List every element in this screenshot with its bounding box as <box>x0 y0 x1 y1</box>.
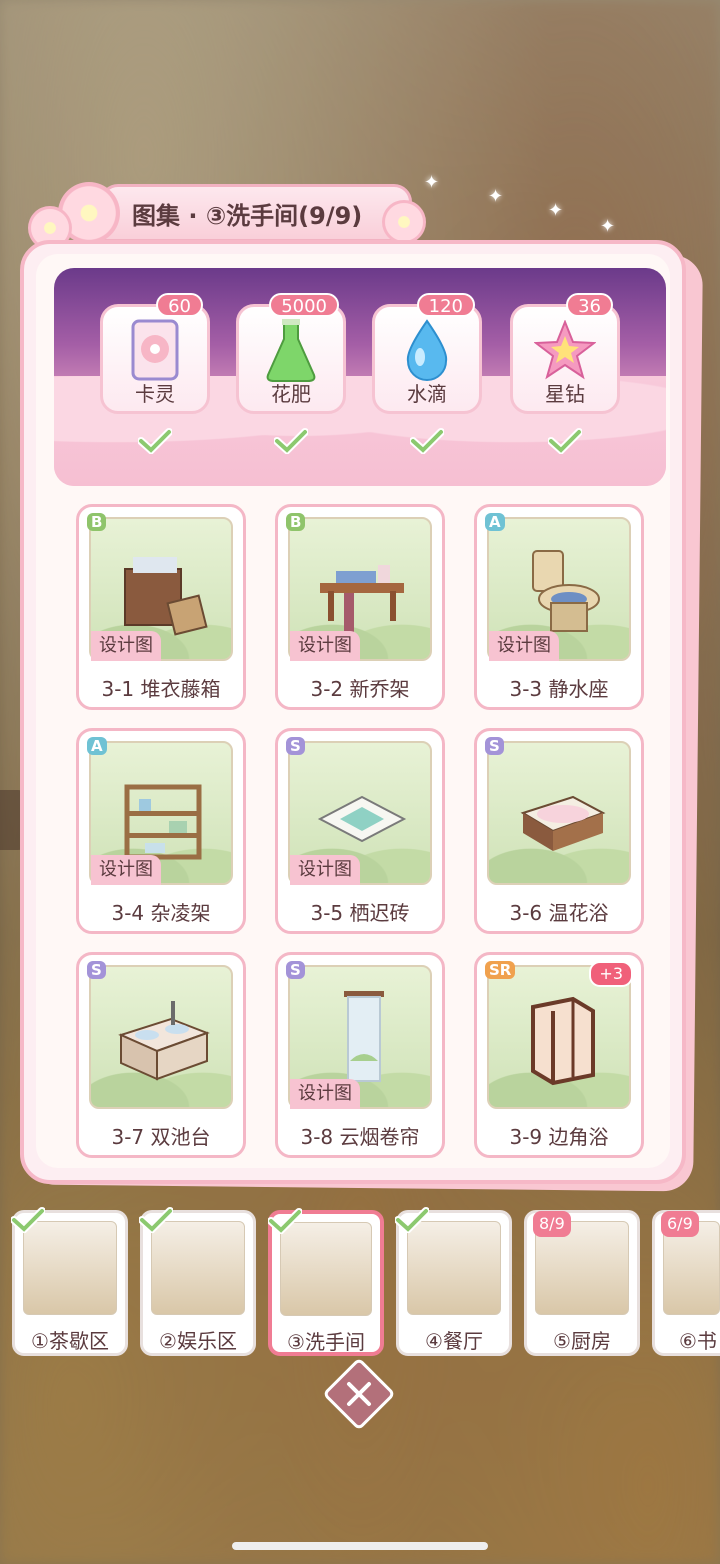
rarity-badge: A <box>485 513 505 531</box>
furniture-card-3-8[interactable]: S 设计图 3-8 云烟卷帘 <box>275 952 445 1158</box>
tab-label: ⑤厨房 <box>553 1329 611 1353</box>
furniture-name: 3-2 新乔架 <box>310 677 410 701</box>
reward-label: 水滴 <box>407 382 447 406</box>
tab-label: ②娱乐区 <box>159 1329 237 1353</box>
check-icon <box>274 428 308 454</box>
furniture-image <box>487 741 631 885</box>
design-tag: 设计图 <box>290 631 360 661</box>
room-thumbnail <box>23 1221 117 1315</box>
furniture-card-3-7[interactable]: S 3-7 双池台 <box>76 952 246 1158</box>
furniture-image <box>89 965 233 1109</box>
fertilizer-flask-icon <box>239 315 343 385</box>
sparkle-icon: ✦ <box>600 216 616 237</box>
furniture-name: 3-1 堆衣藤箱 <box>101 677 221 701</box>
card-icon <box>103 315 207 385</box>
flower-decoration-icon <box>382 200 426 244</box>
tab-label: ③洗手间 <box>287 1330 365 1354</box>
room-thumbnail <box>280 1222 372 1316</box>
design-tag: 设计图 <box>290 855 360 885</box>
check-icon <box>11 1207 45 1233</box>
furniture-name: 3-9 边角浴 <box>509 1125 609 1149</box>
furniture-name: 3-8 云烟卷帘 <box>300 1125 420 1149</box>
rarity-badge: S <box>485 737 504 755</box>
tab-entertainment-area[interactable]: ②娱乐区 <box>139 1207 256 1356</box>
reward-count-badge: 36 <box>566 293 613 317</box>
rarity-badge: A <box>87 737 107 755</box>
tab-kitchen[interactable]: 8/9 ⑤厨房 <box>524 1210 640 1356</box>
furniture-name: 3-3 静水座 <box>509 677 609 701</box>
reward-count-badge: 120 <box>416 293 475 317</box>
rarity-badge: S <box>286 961 305 979</box>
furniture-name: 3-4 杂凌架 <box>111 901 211 925</box>
check-icon <box>410 428 444 454</box>
reward-card[interactable]: 60 卡灵 <box>100 293 210 414</box>
check-icon <box>139 1207 173 1233</box>
reward-card[interactable]: 120 水滴 <box>372 293 482 414</box>
tab-washroom[interactable]: ③洗手间 <box>268 1208 384 1356</box>
furniture-name: 3-7 双池台 <box>111 1125 211 1149</box>
tab-study[interactable]: 6/9 ⑥书 <box>652 1210 720 1356</box>
design-tag: 设计图 <box>290 1079 360 1109</box>
reward-label: 星钻 <box>545 382 585 406</box>
design-tag: 设计图 <box>489 631 559 661</box>
sparkle-icon: ✦ <box>424 172 440 193</box>
furniture-card-3-6[interactable]: S 3-6 温花浴 <box>474 728 644 934</box>
furniture-name: 3-5 栖迟砖 <box>310 901 410 925</box>
reward-count-badge: 60 <box>156 293 203 317</box>
check-icon <box>268 1208 302 1234</box>
tab-label: ④餐厅 <box>425 1329 483 1353</box>
rarity-badge: B <box>286 513 306 531</box>
tab-tea-area[interactable]: ①茶歇区 <box>11 1207 128 1356</box>
water-drop-icon <box>375 315 479 385</box>
furniture-card-3-9[interactable]: SR +3 3-9 边角浴 <box>474 952 644 1158</box>
close-icon <box>347 1382 371 1406</box>
progress-badge: 6/9 <box>661 1211 699 1237</box>
rarity-badge: S <box>87 961 106 979</box>
reward-label: 花肥 <box>271 382 311 406</box>
progress-badge: 8/9 <box>533 1211 571 1237</box>
furniture-card-3-1[interactable]: B 设计图 3-1 堆衣藤箱 <box>76 504 246 710</box>
design-tag: 设计图 <box>91 855 161 885</box>
tab-label: ①茶歇区 <box>31 1329 109 1353</box>
rarity-badge: S <box>286 737 305 755</box>
reward-card[interactable]: 5000 花肥 <box>236 293 346 414</box>
tab-dining-room[interactable]: ④餐厅 <box>395 1207 512 1356</box>
check-icon <box>395 1207 429 1233</box>
furniture-name: 3-6 温花浴 <box>509 901 609 925</box>
reward-count-badge: 5000 <box>269 293 339 317</box>
page-title: 图集 · ③洗手间(9/9) <box>132 202 363 230</box>
tab-label: ⑥书 <box>679 1329 717 1353</box>
sparkle-icon: ✦ <box>488 186 504 207</box>
star-gem-icon <box>513 315 617 385</box>
furniture-card-3-2[interactable]: B 设计图 3-2 新乔架 <box>275 504 445 710</box>
rarity-badge: B <box>87 513 107 531</box>
design-tag: 设计图 <box>91 631 161 661</box>
reward-label: 卡灵 <box>135 382 175 406</box>
furniture-card-3-4[interactable]: A 设计图 3-4 杂凌架 <box>76 728 246 934</box>
reward-card[interactable]: 36 星钻 <box>510 293 620 414</box>
furniture-card-3-5[interactable]: S 设计图 3-5 栖迟砖 <box>275 728 445 934</box>
plus-count-badge: +3 <box>589 961 633 987</box>
check-icon <box>548 428 582 454</box>
room-thumbnail <box>151 1221 245 1315</box>
home-indicator[interactable] <box>232 1542 488 1550</box>
sparkle-icon: ✦ <box>548 200 564 221</box>
rarity-badge: SR <box>485 961 516 979</box>
furniture-card-3-3[interactable]: A 设计图 3-3 静水座 <box>474 504 644 710</box>
room-thumbnail <box>407 1221 501 1315</box>
check-icon <box>138 428 172 454</box>
